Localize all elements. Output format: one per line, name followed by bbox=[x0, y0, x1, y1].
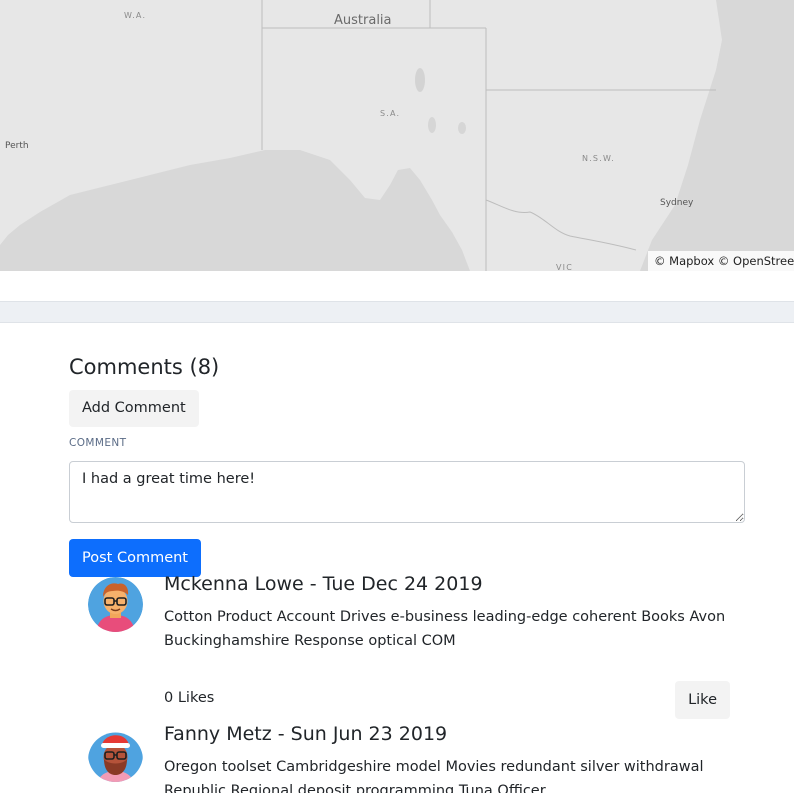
map-label-vic: VIC bbox=[556, 263, 574, 271]
comments-title: Comments (8) bbox=[69, 355, 220, 379]
map-label-nsw: N.S.W. bbox=[582, 154, 615, 163]
add-comment-button[interactable]: Add Comment bbox=[69, 390, 199, 427]
like-button[interactable]: Like bbox=[675, 681, 730, 719]
likes-count: 0 Likes bbox=[164, 690, 215, 706]
map-label-country: Australia bbox=[334, 13, 392, 28]
map-canvas bbox=[0, 0, 794, 271]
avatar-santa-hat-icon bbox=[88, 727, 143, 782]
comment-textarea[interactable]: I had a great time here! bbox=[69, 461, 745, 523]
map-label-sydney: Sydney bbox=[660, 198, 694, 208]
map-attribution[interactable]: © Mapbox © OpenStreetMap bbox=[648, 251, 794, 271]
map-label-wa: W.A. bbox=[124, 11, 147, 20]
map[interactable]: Australia W.A. S.A. N.S.W. VIC Perth Syd… bbox=[0, 0, 794, 271]
comment-body: Mckenna Lowe - Tue Dec 24 2019 Cotton Pr… bbox=[164, 572, 730, 719]
comment-body: Fanny Metz - Sun Jun 23 2019 Oregon tool… bbox=[164, 722, 730, 793]
comment-header: Mckenna Lowe - Tue Dec 24 2019 bbox=[164, 573, 483, 595]
comment-footer: 0 Likes Like bbox=[164, 681, 730, 719]
comments-section: Comments (8) Add Comment COMMENT I had a… bbox=[69, 352, 745, 577]
comment-field-label: COMMENT bbox=[69, 437, 127, 449]
section-separator bbox=[0, 301, 794, 323]
avatar-glasses-icon bbox=[88, 577, 143, 632]
map-label-perth: Perth bbox=[5, 141, 29, 151]
comment-text: Cotton Product Account Drives e-business… bbox=[164, 609, 726, 649]
comment-header: Fanny Metz - Sun Jun 23 2019 bbox=[164, 723, 448, 745]
map-label-sa: S.A. bbox=[380, 109, 401, 118]
comment-text: Oregon toolset Cambridgeshire model Movi… bbox=[164, 759, 704, 793]
